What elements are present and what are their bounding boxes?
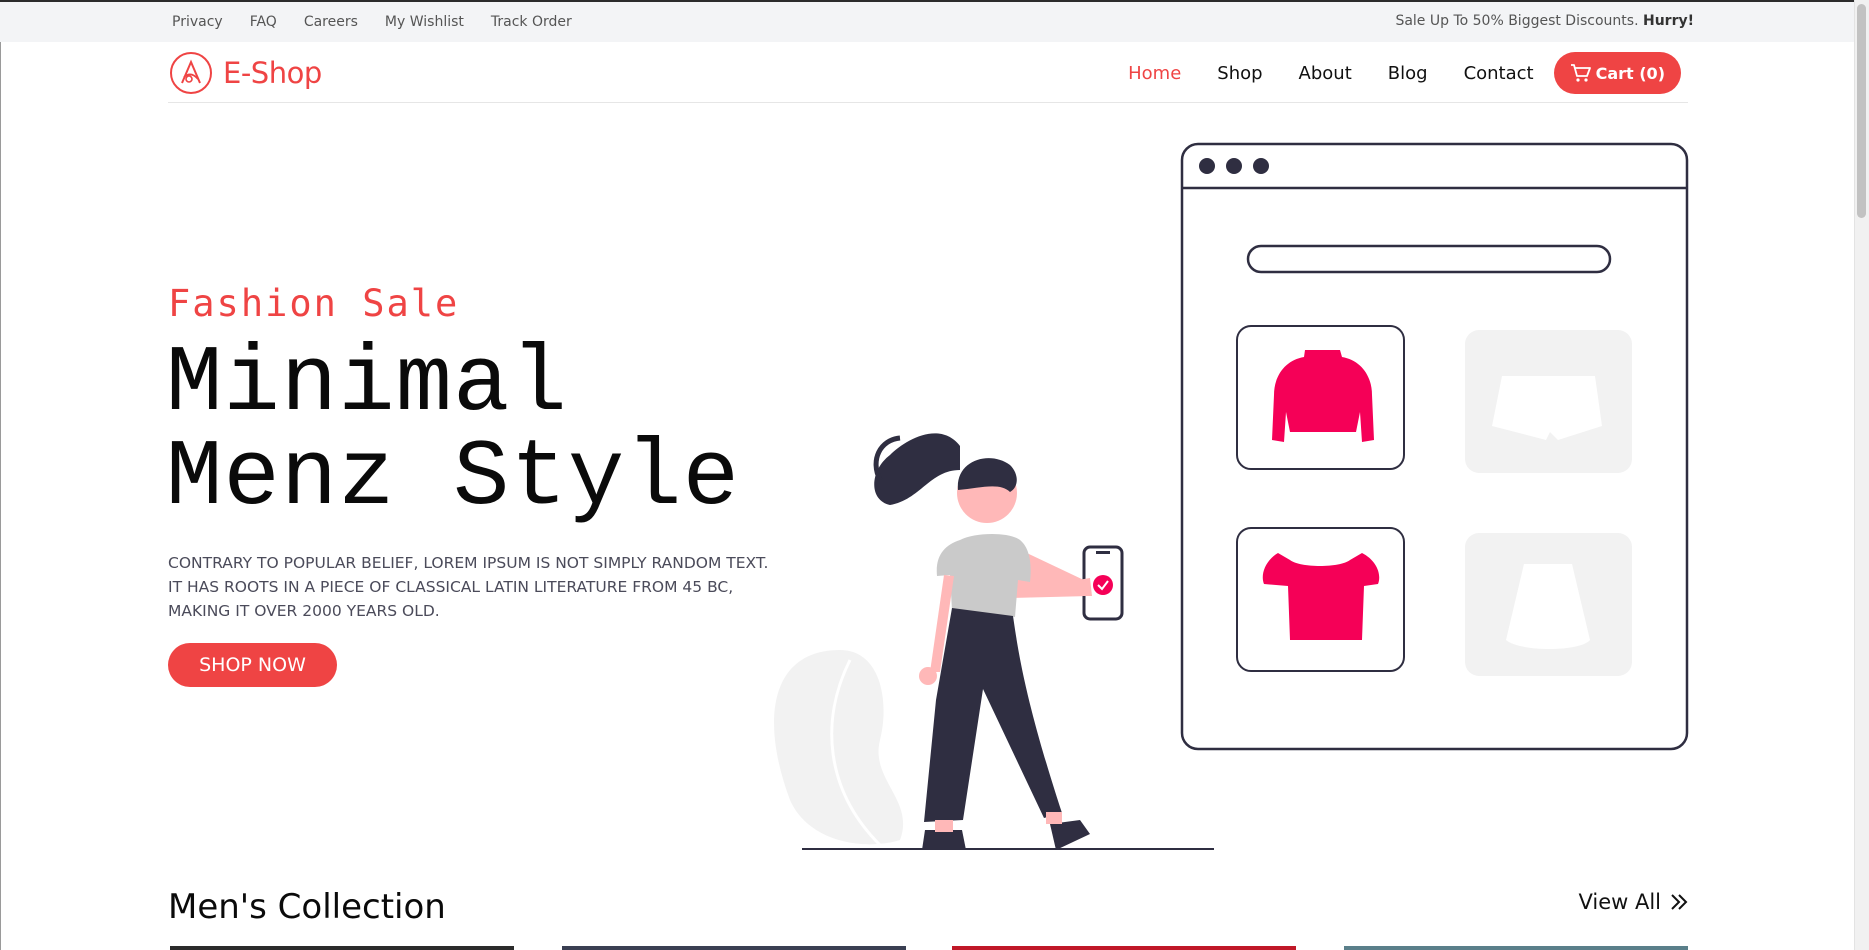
- hero-subtitle: Fashion Sale: [168, 282, 460, 325]
- crop-top-icon: [1236, 527, 1405, 672]
- main-navbar: E-Shop Home Shop About Blog Contact Cart…: [168, 42, 1688, 103]
- brand-name: E-Shop: [223, 56, 322, 90]
- product-card-1[interactable]: [170, 946, 514, 950]
- top-links: Privacy FAQ Careers My Wishlist Track Or…: [172, 14, 599, 30]
- promo-banner: Sale Up To 50% Biggest Discounts. Hurry!: [1395, 13, 1694, 29]
- hero-description: CONTRARY TO POPULAR BELIEF, LOREM IPSUM …: [168, 551, 808, 623]
- careers-link[interactable]: Careers: [304, 14, 358, 30]
- logo-mark-icon: [170, 52, 212, 94]
- privacy-link[interactable]: Privacy: [172, 14, 223, 30]
- cart-icon: [1570, 64, 1591, 82]
- shop-now-button[interactable]: SHOP NOW: [168, 643, 337, 687]
- brand-logo[interactable]: E-Shop: [169, 51, 322, 95]
- hero-title-line-1: Minimal: [166, 332, 568, 438]
- nav-contact[interactable]: Contact: [1464, 63, 1534, 84]
- brand-prefix: E-: [223, 56, 251, 90]
- hero-description-line-1: CONTRARY TO POPULAR BELIEF, LOREM IPSUM …: [168, 554, 769, 572]
- cart-label: Cart (0): [1595, 63, 1665, 83]
- brand-suffix: Shop: [250, 56, 322, 90]
- faq-link[interactable]: FAQ: [250, 14, 277, 30]
- sweater-icon: [1236, 325, 1405, 470]
- hero-description-line-3: MAKING IT OVER 2000 YEARS OLD.: [168, 602, 440, 620]
- woman-figure-icon: [873, 433, 1090, 850]
- view-all-link[interactable]: View All: [1578, 890, 1689, 914]
- hero-title: Minimal Menz Style: [166, 338, 740, 526]
- double-chevron-right-icon: [1671, 894, 1688, 910]
- hero-description-line-2: IT HAS ROOTS IN A PIECE OF CLASSICAL LAT…: [168, 578, 734, 596]
- nav-shop[interactable]: Shop: [1217, 63, 1262, 84]
- nav-menu: Home Shop About Blog Contact Cart (0): [1092, 52, 1681, 94]
- window-edge: [0, 0, 1, 950]
- page-scrollbar[interactable]: [1854, 0, 1869, 950]
- nav-about[interactable]: About: [1299, 63, 1352, 84]
- hero-title-line-2: Menz Style: [166, 426, 741, 532]
- skirt-icon: [1465, 533, 1632, 676]
- product-card-3[interactable]: [952, 946, 1296, 950]
- product-card-4[interactable]: [1344, 946, 1688, 950]
- top-bar: Privacy FAQ Careers My Wishlist Track Or…: [0, 0, 1869, 42]
- product-card-2[interactable]: [562, 946, 906, 950]
- hero-illustration: [774, 142, 1689, 850]
- nav-home[interactable]: Home: [1128, 63, 1181, 84]
- promo-text: Sale Up To 50% Biggest Discounts.: [1395, 13, 1639, 29]
- collection-title: Men's Collection: [168, 887, 446, 927]
- phone-check-icon: [1078, 545, 1124, 621]
- view-all-label: View All: [1578, 890, 1661, 914]
- promo-emphasis: Hurry!: [1642, 13, 1694, 29]
- track-order-link[interactable]: Track Order: [491, 14, 572, 30]
- scrollbar-thumb[interactable]: [1857, 4, 1866, 218]
- wishlist-link[interactable]: My Wishlist: [385, 14, 464, 30]
- cart-button[interactable]: Cart (0): [1553, 52, 1681, 94]
- plant-leaf-icon: [774, 650, 904, 847]
- nav-blog[interactable]: Blog: [1388, 63, 1428, 84]
- shorts-icon: [1465, 330, 1632, 473]
